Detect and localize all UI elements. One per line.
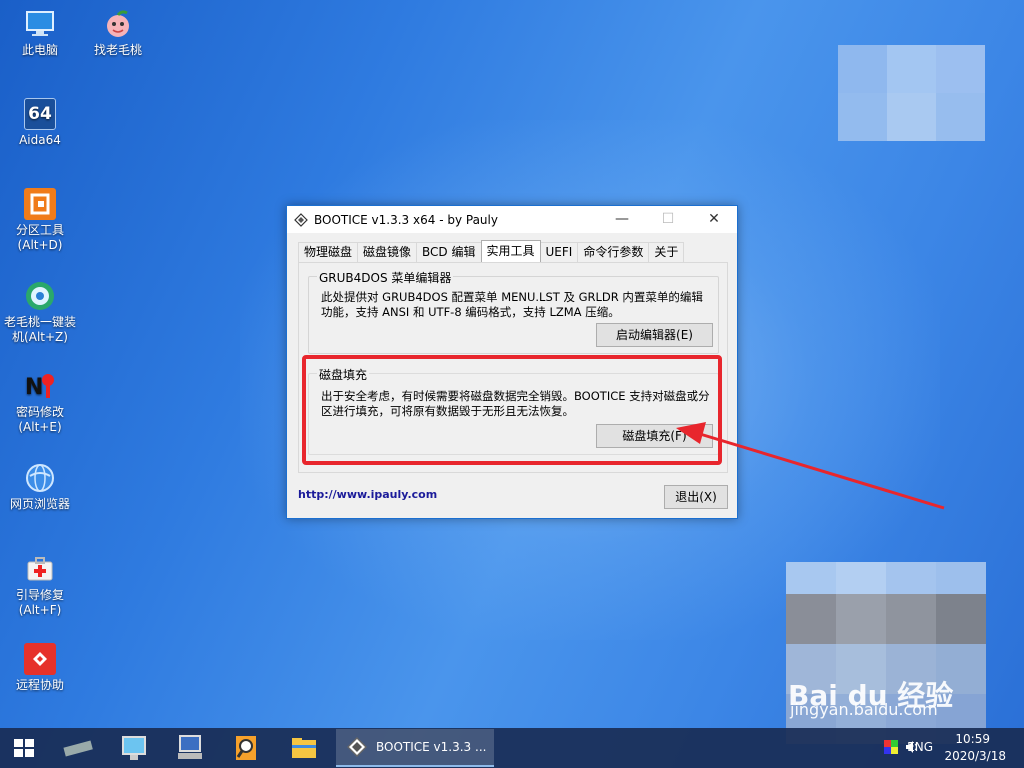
web-browser-icon	[24, 462, 56, 494]
folder-icon	[292, 738, 316, 758]
group-title: 磁盘填充	[317, 366, 370, 383]
watermark-url: jingyan.baidu.com	[790, 700, 938, 719]
memory-chip-icon	[63, 740, 93, 757]
taskbar: BOOTICE v1.3.3 ... ENG 10:59 2020/3/18	[0, 728, 1024, 768]
taskbar-system-tool[interactable]	[170, 732, 210, 764]
minimize-icon: —	[615, 211, 629, 227]
boot-repair-icon	[24, 553, 56, 585]
password-modify-icon: N	[24, 370, 56, 402]
disk-fill-group: 磁盘填充 出于安全考虑，有时候需要将磁盘数据完全销毁。BOOTICE 支持对磁盘…	[308, 366, 719, 455]
desktop-icon-partition-tool[interactable]: 分区工具 (Alt+D)	[2, 188, 78, 253]
taskbar-search-tool[interactable]	[226, 732, 266, 764]
disk-fill-button[interactable]: 磁盘填充(F)	[596, 424, 713, 448]
tab-strip: 物理磁盘 磁盘镜像 BCD 编辑 实用工具 UEFI 命令行参数 关于	[298, 240, 685, 262]
peach-icon	[102, 8, 134, 40]
clock-date[interactable]: 2020/3/18	[944, 749, 1006, 763]
taskbar-bootice-window[interactable]: BOOTICE v1.3.3 ...	[336, 729, 494, 767]
exit-button[interactable]: 退出(X)	[664, 485, 728, 509]
tab-disk-image[interactable]: 磁盘镜像	[357, 242, 418, 262]
minimize-button[interactable]: —	[599, 206, 645, 233]
tab-physical-disk[interactable]: 物理磁盘	[298, 242, 359, 262]
close-icon: ✕	[708, 211, 720, 227]
start-button[interactable]	[4, 732, 44, 764]
remote-assist-icon	[24, 643, 56, 675]
clock-time[interactable]: 10:59	[955, 732, 990, 746]
tab-bcd-edit[interactable]: BCD 编辑	[416, 242, 482, 262]
close-button[interactable]: ✕	[691, 206, 737, 233]
grub4dos-menu-editor-group: GRUB4DOS 菜单编辑器 此处提供对 GRUB4DOS 配置菜单 MENU.…	[308, 269, 719, 354]
utilities-panel: GRUB4DOS 菜单编辑器 此处提供对 GRUB4DOS 配置菜单 MENU.…	[298, 262, 728, 473]
desktop-icon-remote-assist[interactable]: 远程协助	[2, 643, 78, 693]
aida64-icon: 64	[24, 98, 56, 130]
computer-icon	[24, 8, 56, 40]
windows-logo-icon	[14, 739, 34, 757]
bootice-taskbar-icon	[347, 737, 367, 757]
desktop-icon-one-click-install[interactable]: 老毛桃一键装 机(Alt+Z)	[0, 280, 80, 345]
blurred-mosaic-top	[838, 45, 985, 141]
system-tray: ENG 10:59 2020/3/18	[844, 728, 1024, 768]
desktop-icon-aida64[interactable]: 64 Aida64	[2, 98, 78, 148]
desktop-icon-find-laomaotao[interactable]: 找老毛桃	[80, 8, 156, 58]
tab-command-line[interactable]: 命令行参数	[577, 242, 650, 262]
partition-tool-icon	[24, 188, 56, 220]
taskbar-file-explorer[interactable]	[284, 732, 324, 764]
bootice-dialog: BOOTICE v1.3.3 x64 - by Pauly — ☐ ✕ 物理磁盘…	[286, 205, 738, 519]
tab-uefi[interactable]: UEFI	[539, 242, 579, 262]
magnifier-icon	[236, 736, 256, 760]
language-indicator[interactable]: ENG	[907, 740, 933, 754]
svg-text:N: N	[25, 375, 43, 400]
desktop-icon-web-browser[interactable]: 网页浏览器	[2, 462, 78, 512]
group-title: GRUB4DOS 菜单编辑器	[317, 269, 454, 286]
desktop-icon-boot-repair[interactable]: 引导修复 (Alt+F)	[2, 553, 78, 618]
bootice-app-icon	[294, 212, 308, 227]
title-bar[interactable]: BOOTICE v1.3.3 x64 - by Pauly — ☐ ✕	[287, 206, 737, 233]
group-description: 出于安全考虑，有时候需要将磁盘数据完全销毁。BOOTICE 支持对磁盘或分区进行…	[321, 389, 710, 418]
start-editor-button[interactable]: 启动编辑器(E)	[596, 323, 713, 347]
taskbar-network-tool[interactable]	[114, 732, 154, 764]
network-monitor-icon	[122, 736, 146, 760]
one-click-install-icon	[24, 280, 56, 312]
maximize-button[interactable]: ☐	[645, 206, 691, 233]
desktop-icon-password-modify[interactable]: N 密码修改 (Alt+E)	[2, 370, 78, 435]
baidu-jingyan-watermark: Bai du 经验 jingyan.baidu.com	[788, 656, 1024, 726]
taskbar-chip-tool[interactable]	[58, 732, 98, 764]
maximize-icon: ☐	[661, 211, 675, 227]
tab-utilities[interactable]: 实用工具	[480, 240, 541, 262]
color-tray-icon[interactable]	[884, 740, 898, 754]
tab-about[interactable]: 关于	[648, 242, 685, 262]
website-link[interactable]: http://www.ipauly.com	[298, 488, 437, 501]
desktop-icon-this-pc[interactable]: 此电脑	[2, 8, 78, 58]
window-title: BOOTICE v1.3.3 x64 - by Pauly	[314, 212, 498, 227]
system-computer-icon	[178, 735, 202, 759]
group-description: 此处提供对 GRUB4DOS 配置菜单 MENU.LST 及 GRLDR 内置菜…	[321, 290, 703, 319]
